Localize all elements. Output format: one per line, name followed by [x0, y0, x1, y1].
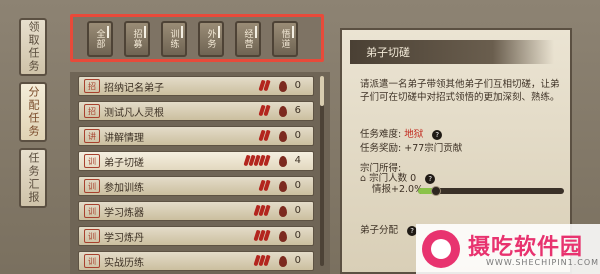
task-title: 弟子切磋: [104, 157, 144, 169]
tab-task-report[interactable]: 任务汇报: [19, 148, 47, 208]
difficulty-peppers: [243, 154, 271, 167]
disciple-icon: [279, 106, 287, 117]
watermark-text: 摄吃软件园: [468, 235, 584, 260]
task-description: 请派遣一名弟子带领其他弟子们互相切磋，让弟子们可在切磋中对招式领悟的更加深刻、熟…: [360, 79, 560, 103]
task-seal-icon: 训: [84, 229, 100, 243]
disciple-icon: [279, 81, 287, 92]
reward-label: 任务奖励:: [360, 143, 402, 154]
disciple-icon: [279, 156, 287, 167]
task-seal-icon: 训: [84, 179, 100, 193]
task-detail-title: 弟子切磋: [350, 40, 554, 64]
tab-assign-task[interactable]: 分配任务: [19, 82, 47, 142]
progress-bar[interactable]: [418, 186, 564, 196]
difficulty-peppers: [253, 204, 271, 217]
help-icon[interactable]: ?: [425, 174, 436, 184]
task-filter-bar: 全部 招募 训练 外务 经营 悟道: [70, 14, 324, 62]
task-seal-icon: 训: [84, 204, 100, 218]
disciple-icon: [279, 231, 287, 242]
difficulty-peppers: [258, 179, 271, 192]
disciple-icon: [279, 206, 287, 217]
task-list-scrollbar[interactable]: [320, 76, 324, 266]
assign-line: 弟子分配 ?: [360, 222, 418, 236]
task-count: 0: [294, 130, 301, 141]
task-title: 招纳记名弟子: [104, 82, 164, 94]
filter-label: 外务: [205, 29, 216, 49]
task-row[interactable]: 训学习炼器 0: [78, 201, 314, 221]
filter-all-button[interactable]: 全部: [87, 21, 113, 57]
tab-assign-task-label: 分配任务: [27, 86, 40, 138]
difficulty-value: 地狱: [404, 129, 424, 140]
difficulty-line: 任务难度: 地狱 ?: [360, 126, 443, 140]
task-row[interactable]: 训参加训练 0: [78, 176, 314, 196]
difficulty-peppers: [258, 79, 271, 92]
task-row[interactable]: 训实战历练 0: [78, 251, 314, 271]
filter-label: 经营: [242, 29, 253, 49]
filter-enlighten-button[interactable]: 悟道: [272, 21, 298, 57]
task-title: 学习炼丹: [104, 232, 144, 244]
filter-manage-button[interactable]: 经营: [235, 21, 261, 57]
task-title: 学习炼器: [104, 207, 144, 219]
assign-label: 弟子分配: [360, 225, 399, 236]
help-icon[interactable]: ?: [432, 130, 443, 140]
task-seal-icon: 讲: [84, 129, 100, 143]
difficulty-peppers: [253, 254, 271, 267]
disciple-icon: [279, 256, 287, 267]
task-row[interactable]: 训弟子切磋 4: [78, 151, 314, 171]
task-count: 4: [294, 155, 301, 166]
game-window: 领取任务 分配任务 任务汇报 全部 招募 训练 外务 经营 悟道 招招纳记名弟子…: [0, 0, 600, 274]
task-title: 讲解情理: [104, 132, 144, 144]
difficulty-peppers: [258, 129, 271, 142]
tab-task-report-label: 任务汇报: [27, 152, 40, 204]
difficulty-peppers: [253, 229, 271, 242]
task-title: 实战历练: [104, 257, 144, 269]
filter-label: 训练: [168, 29, 179, 49]
task-list: 招招纳记名弟子 0 招测试凡人灵根 6 讲讲解情理 0 训弟子切磋 4 训参加训练 0 训学习炼器 0…: [70, 72, 330, 274]
disciple-icon: [279, 131, 287, 142]
task-title: 测试凡人灵根: [104, 107, 164, 119]
task-count: 0: [294, 205, 301, 216]
filter-training-button[interactable]: 训练: [161, 21, 187, 57]
task-seal-icon: 训: [84, 254, 100, 268]
task-count: 0: [294, 80, 301, 91]
task-count: 0: [294, 180, 301, 191]
task-count: 0: [294, 230, 301, 241]
watermark: 摄吃软件园 WWW.SHECHIPIN1.COM: [416, 224, 600, 274]
filter-recruit-button[interactable]: 招募: [124, 21, 150, 57]
watermark-logo-icon: [422, 230, 460, 268]
tab-receive-task[interactable]: 领取任务: [19, 18, 47, 76]
filter-label: 全部: [94, 29, 105, 49]
task-row[interactable]: 训学习炼丹 0: [78, 226, 314, 246]
task-title: 参加训练: [104, 182, 144, 194]
difficulty-label: 任务难度:: [360, 129, 402, 140]
task-seal-icon: 招: [84, 104, 100, 118]
filter-label: 招募: [131, 29, 142, 49]
tab-receive-task-label: 领取任务: [27, 21, 40, 73]
task-row[interactable]: 讲讲解情理 0: [78, 126, 314, 146]
task-seal-icon: 招: [84, 79, 100, 93]
task-count: 0: [294, 255, 301, 266]
intel-bonus: 情报+2.0%: [372, 184, 424, 195]
watermark-url: WWW.SHECHIPIN1.COM: [486, 258, 600, 267]
task-count: 6: [294, 105, 301, 116]
people-icon: ⌂: [360, 173, 367, 184]
scroll-thumb[interactable]: [320, 76, 324, 106]
task-seal-icon: 训: [84, 154, 100, 168]
reward-value: +77宗门贡献: [404, 143, 463, 154]
difficulty-peppers: [258, 104, 271, 117]
filter-external-button[interactable]: 外务: [198, 21, 224, 57]
filter-label: 悟道: [279, 29, 290, 49]
progress-handle[interactable]: [430, 186, 441, 196]
task-row[interactable]: 招招纳记名弟子 0: [78, 76, 314, 96]
task-row[interactable]: 招测试凡人灵根 6: [78, 101, 314, 121]
disciple-icon: [279, 181, 287, 192]
reward-line: 任务奖励: +77宗门贡献: [360, 140, 462, 154]
